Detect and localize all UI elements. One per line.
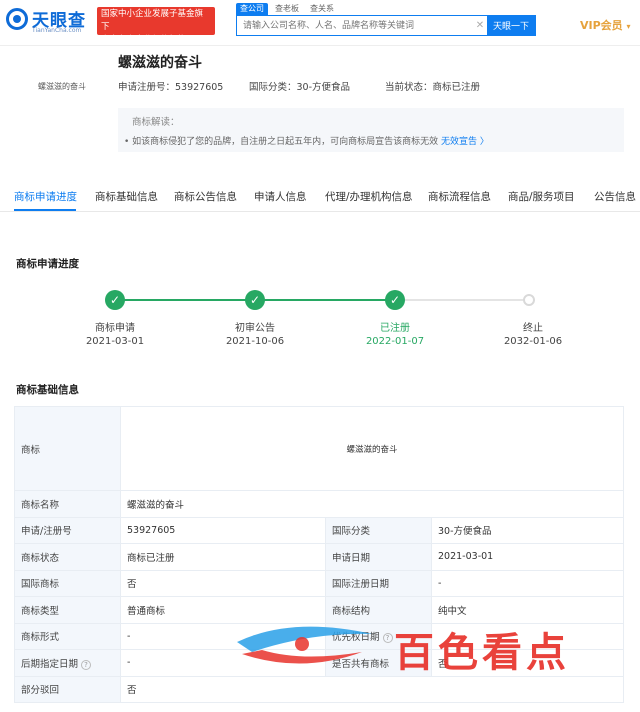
step-label: 已注册: [380, 323, 410, 334]
table-key: 后期指定日期: [21, 658, 79, 670]
search-input[interactable]: [237, 16, 473, 35]
interp-text: • 如该商标侵犯了您的品牌，自注册之日起五年内，可向商标局宣告该商标无效 无效宣…: [124, 134, 489, 147]
trademark-image: 螺滋滋的奋斗: [120, 406, 624, 491]
table-key-with-help: 后期指定日期?: [14, 649, 121, 677]
step-pending-icon: [523, 294, 535, 306]
search-button[interactable]: 天眼一下: [487, 16, 535, 35]
watermark-text: 百色看点: [394, 629, 570, 676]
table-value: -: [431, 569, 624, 597]
step-label: 终止: [523, 323, 543, 334]
basic-section-title: 商标基础信息: [16, 384, 79, 396]
tab-basic-info[interactable]: 商标基础信息: [95, 189, 158, 204]
table-row: 商标状态 商标已注册 申请日期 2021-03-01: [14, 543, 624, 571]
table-value: 商标已注册: [120, 543, 326, 571]
table-key: 商标名称: [14, 490, 121, 518]
step-date: 2032-01-06: [503, 336, 563, 347]
chevron-down-icon: ▾: [626, 22, 631, 31]
table-key: 国际注册日期: [325, 569, 432, 597]
current-status: 当前状态：商标已注册: [385, 82, 481, 93]
table-key: 商标形式: [14, 622, 121, 650]
table-key: 申请日期: [325, 543, 432, 571]
table-key: 商标类型: [14, 596, 121, 624]
table-value: 螺滋滋的奋斗: [120, 490, 624, 518]
trademark-interpretation: 商标解读： • 如该商标侵犯了您的品牌，自注册之日起五年内，可向商标局宣告该商标…: [118, 108, 624, 152]
search-tab-relation[interactable]: 查关系: [306, 3, 338, 15]
table-row: 商标 螺滋滋的奋斗: [14, 406, 624, 491]
reg-no: 申请注册号：53927605: [118, 82, 224, 93]
step-date: 2022-01-07: [365, 336, 425, 347]
watermark-swoosh-icon: [237, 626, 372, 664]
step-check-icon: ✓: [385, 290, 405, 310]
tab-goods-services[interactable]: 商品/服务项目: [508, 189, 575, 204]
vip-menu[interactable]: VIP会员 ▾: [580, 17, 631, 33]
table-key: 商标状态: [14, 543, 121, 571]
trademark-thumbnail: 螺滋滋的奋斗: [38, 81, 86, 91]
tab-applicant-info[interactable]: 申请人信息: [254, 189, 307, 204]
tab-notice-info[interactable]: 公告信息: [594, 189, 636, 204]
active-tab-indicator: [14, 209, 76, 211]
progress-track-pending: [395, 299, 529, 301]
search-tabs: 查公司 查老板 查关系: [236, 3, 338, 15]
site-logo[interactable]: 天眼查 TianYanCha.com: [6, 6, 92, 36]
tab-application-progress[interactable]: 商标申请进度: [14, 189, 77, 204]
progress-section-title: 商标申请进度: [16, 258, 79, 270]
table-key: 申请/注册号: [14, 516, 121, 544]
gov-badge-line1: 国家中小企业发展子基金旗下: [101, 9, 204, 32]
section-nav: 商标申请进度 商标基础信息 商标公告信息 申请人信息 代理/办理机构信息 商标流…: [0, 182, 640, 212]
interp-title: 商标解读：: [132, 117, 180, 128]
table-key: 国际分类: [325, 516, 432, 544]
clear-icon[interactable]: ✕: [473, 16, 487, 35]
gov-badge-line2: 官方备案企业征信机构: [101, 35, 187, 45]
interp-body: • 如该商标侵犯了您的品牌，自注册之日起五年内，可向商标局宣告该商标无效: [124, 137, 439, 147]
table-key: 商标: [14, 406, 121, 491]
table-value: 否: [120, 569, 326, 597]
table-value: 2021-03-01: [431, 543, 624, 571]
tab-agency-info[interactable]: 代理/办理机构信息: [325, 189, 413, 204]
step-label: 初审公告: [235, 323, 275, 334]
table-key: 部分驳回: [14, 675, 121, 703]
search-tab-boss[interactable]: 查老板: [271, 3, 303, 15]
trademark-title: 螺滋滋的奋斗: [118, 55, 202, 71]
step-date: 2021-03-01: [85, 336, 145, 347]
vip-label: VIP会员: [580, 19, 623, 32]
table-key: 国际商标: [14, 569, 121, 597]
table-row: 申请/注册号 53927605 国际分类 30-方便食品: [14, 516, 624, 544]
tab-announcement-info[interactable]: 商标公告信息: [174, 189, 237, 204]
intl-class: 国际分类：30-方便食品: [249, 82, 351, 93]
invalid-declaration-link[interactable]: 无效宣告 〉: [441, 137, 489, 147]
logo-subtext: TianYanCha.com: [32, 27, 82, 34]
top-header: 天眼查 TianYanCha.com 国家中小企业发展子基金旗下 官方备案企业征…: [0, 0, 640, 46]
search-tab-company[interactable]: 查公司: [236, 3, 268, 15]
table-row: 商标名称 螺滋滋的奋斗: [14, 490, 624, 518]
eye-logo-icon: [6, 8, 28, 30]
watermark: 百色看点: [232, 612, 632, 684]
step-check-icon: ✓: [105, 290, 125, 310]
step-date: 2021-10-06: [225, 336, 285, 347]
search-box: ✕ 天眼一下: [236, 15, 536, 36]
tab-process-info[interactable]: 商标流程信息: [428, 189, 491, 204]
table-value: 30-方便食品: [431, 516, 624, 544]
table-row: 国际商标 否 国际注册日期 -: [14, 569, 624, 597]
help-icon[interactable]: ?: [81, 659, 92, 670]
gov-badge[interactable]: 国家中小企业发展子基金旗下 官方备案企业征信机构: [97, 7, 215, 45]
step-label: 商标申请: [95, 323, 135, 334]
step-check-icon: ✓: [245, 290, 265, 310]
table-value: 53927605: [120, 516, 326, 544]
